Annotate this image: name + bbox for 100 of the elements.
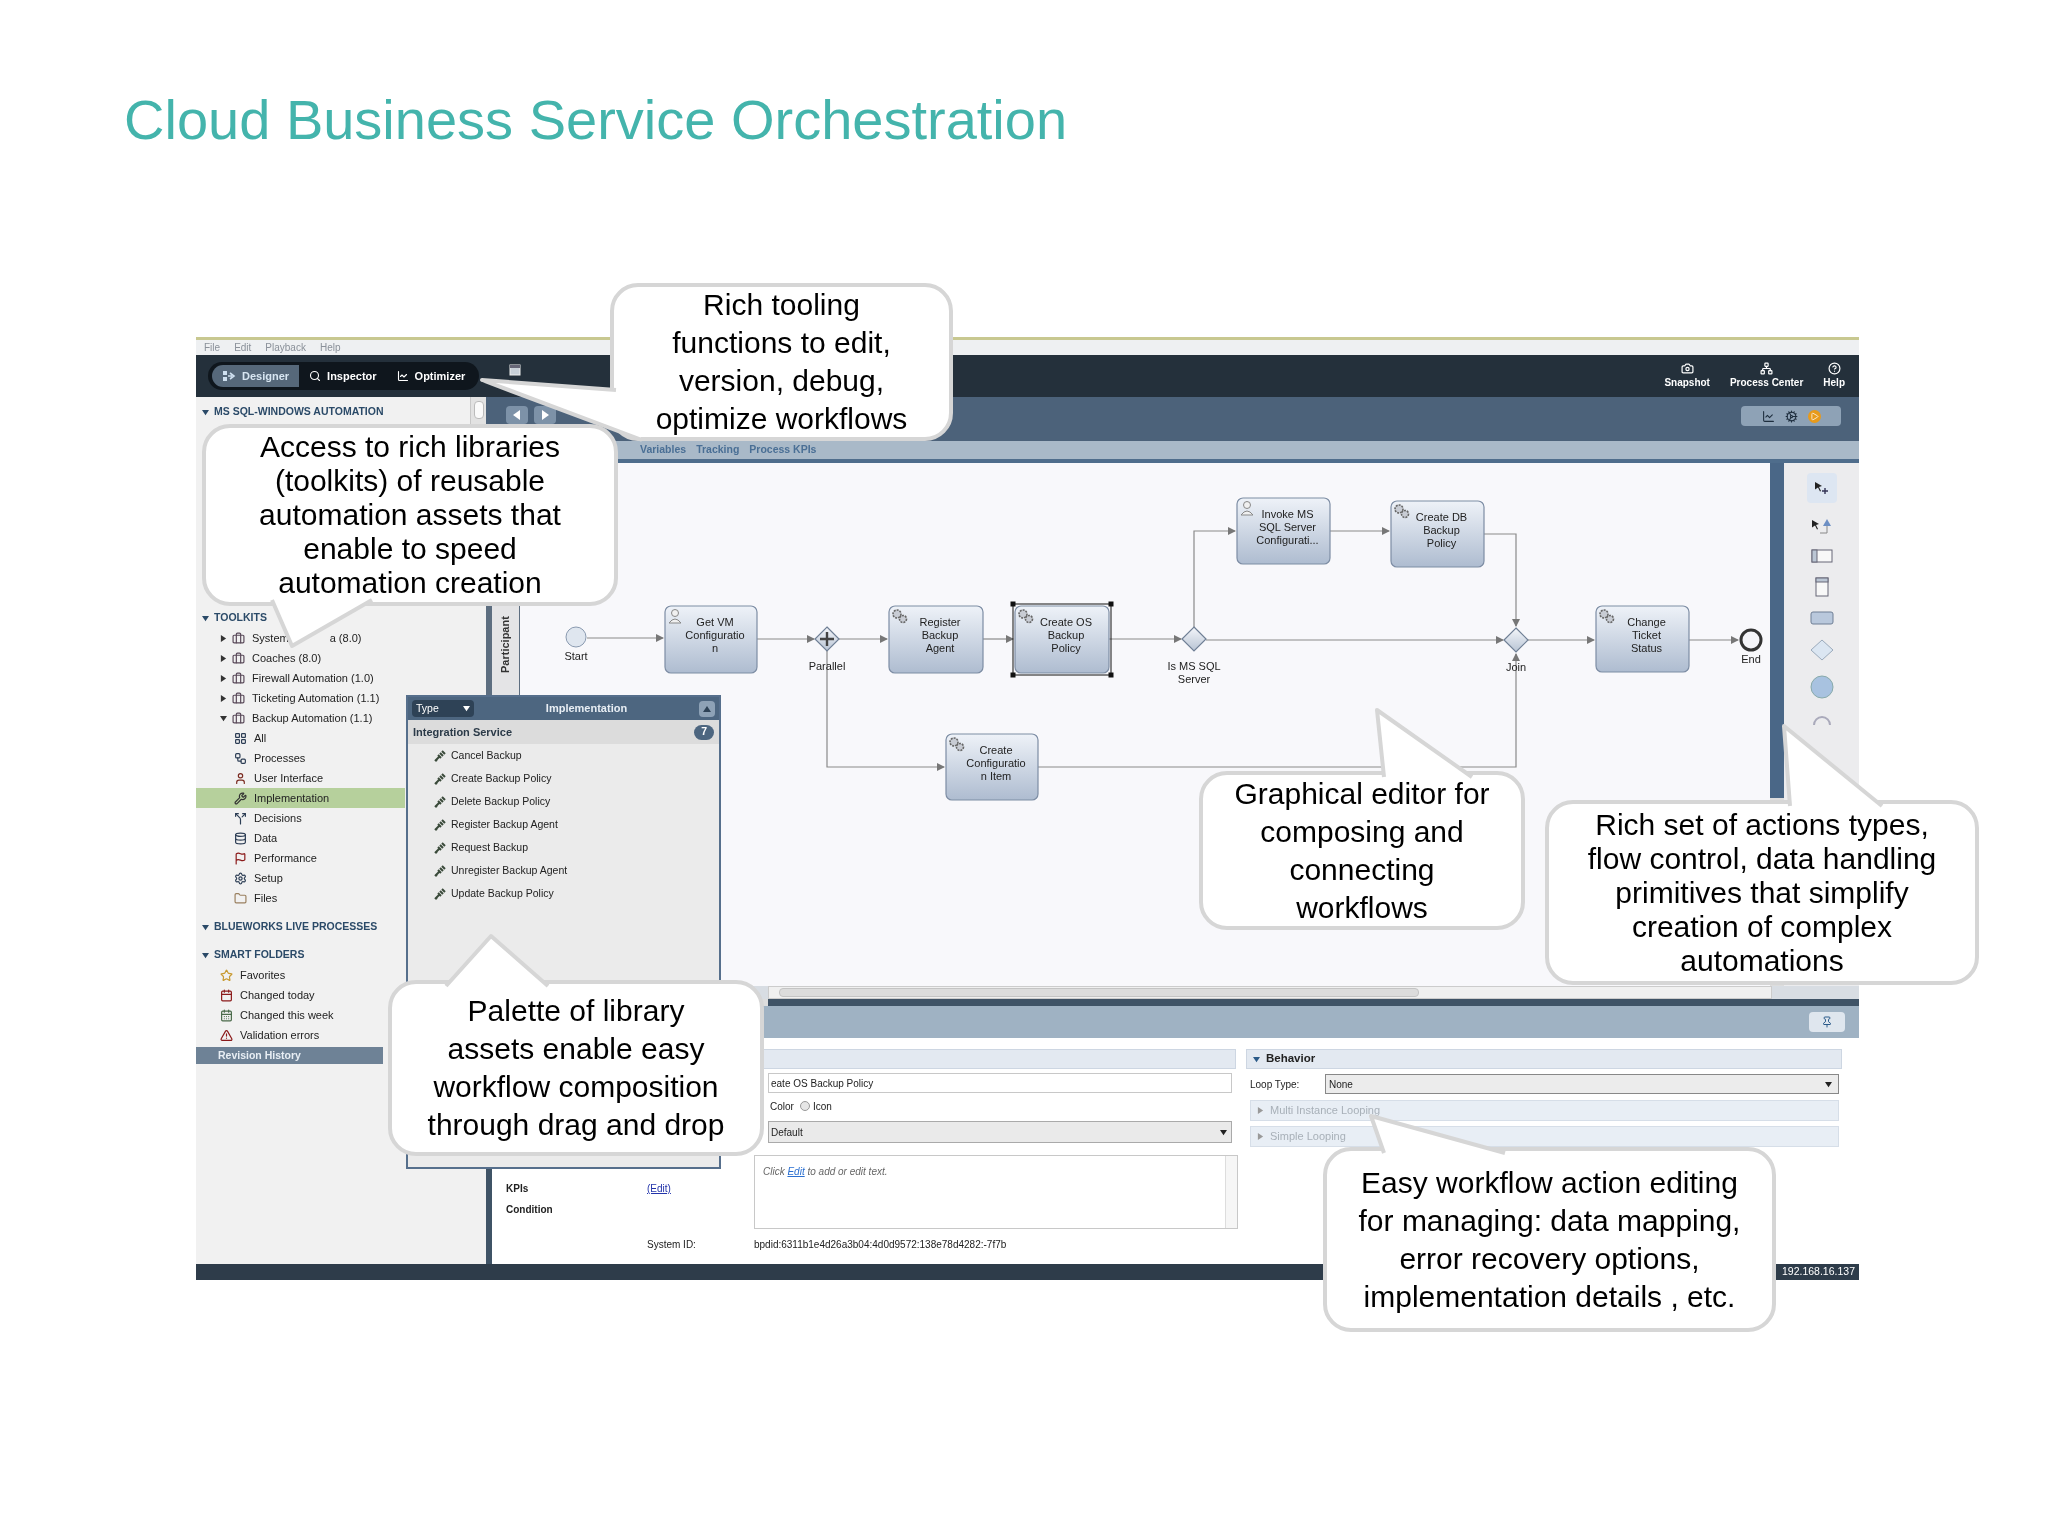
parallel-gateway (814, 626, 840, 652)
gateway-label: Is MS SQL Server (1167, 660, 1221, 685)
column-icon[interactable] (1814, 577, 1829, 597)
user-icon (234, 771, 247, 785)
play-icon[interactable] (1807, 409, 1821, 423)
connector-line (1688, 636, 1739, 644)
back-button[interactable] (506, 406, 528, 424)
tree-item[interactable]: Backup Automation (1.1) (196, 708, 405, 728)
caret-icon (220, 634, 227, 642)
callout-text: Rich tooling functions to edit, version, debug, optimize workflows (655, 287, 908, 437)
tree-item[interactable]: Changed this week (196, 1005, 382, 1025)
camera-icon (1680, 362, 1694, 375)
edit-link[interactable]: (Edit) (647, 1183, 671, 1194)
caret-icon (1220, 1128, 1227, 1136)
count-badge: 7 (694, 724, 714, 740)
tree-item[interactable]: Files (196, 888, 405, 908)
user-icon (1240, 501, 1254, 516)
gateway-label: Join (1505, 661, 1527, 673)
tree-item[interactable]: Setup (196, 868, 405, 888)
forward-button[interactable] (534, 406, 556, 424)
settings-icon (234, 871, 247, 885)
tree-item[interactable]: Processes (196, 748, 405, 768)
tree-item[interactable]: Favorites (196, 965, 382, 985)
style-dropdown[interactable]: Default (768, 1121, 1232, 1143)
plug-icon (434, 864, 446, 877)
documentation-box[interactable]: Click Edit to add or edit text. (754, 1155, 1238, 1229)
diamond-icon[interactable] (1809, 639, 1834, 661)
circle-icon[interactable] (1809, 675, 1834, 699)
gear-icon (892, 609, 908, 624)
caret-icon (1257, 1133, 1264, 1140)
gateway-diamond (1503, 627, 1529, 653)
gear-icon (949, 737, 965, 752)
toolbar-button[interactable]: Snapshot (1664, 362, 1710, 390)
end-event (1739, 628, 1763, 652)
tree-item[interactable]: Implementation (196, 788, 405, 808)
system-id-value: bpdid:6311b1e4d26a3b04:4d0d9572:138e78d4282:-7f7b (754, 1237, 1007, 1252)
connector-tool-icon[interactable] (1810, 517, 1833, 535)
wrench-icon (234, 791, 247, 805)
section-header[interactable]: SMART FOLDERS (196, 945, 309, 965)
tree-item[interactable]: User Interface (196, 768, 405, 788)
pointer-tool[interactable] (1806, 473, 1837, 503)
mode-tab[interactable]: Designer (212, 365, 300, 387)
help-icon (1827, 362, 1841, 375)
task-tool-icon[interactable] (1809, 611, 1834, 625)
section-header[interactable]: BLUEWORKS LIVE PROCESSES (196, 917, 382, 937)
tree-item[interactable]: System a (8.0) (196, 628, 405, 648)
mode-tab[interactable]: Inspector (299, 365, 387, 387)
scrollbar[interactable] (470, 397, 486, 425)
scrollbar[interactable] (768, 986, 1772, 999)
edit-link[interactable]: Edit (787, 1166, 805, 1177)
connector-line (1527, 636, 1595, 644)
tree-item[interactable]: Performance (196, 848, 405, 868)
loop-type-select[interactable]: None (1325, 1074, 1839, 1094)
loop-type-label: Loop Type: (1249, 1077, 1301, 1092)
icon-radio[interactable]: Icon (799, 1098, 832, 1114)
gateway-label: Parallel (808, 660, 846, 672)
tree-item[interactable]: Coaches (8.0) (196, 648, 405, 668)
tree-item[interactable]: Data (196, 828, 405, 848)
connector-line (756, 635, 815, 643)
type-filter[interactable]: Type (412, 700, 474, 717)
tree-item[interactable]: Decisions (196, 808, 405, 828)
collapse-button[interactable] (699, 700, 715, 717)
gear-icon (1018, 609, 1034, 624)
connector-line (838, 635, 888, 643)
callout-text: Easy workflow action editing for managing: data mapping, error recovery options, implementation details , etc. (1358, 1164, 1741, 1315)
connector-line (1329, 527, 1390, 535)
caret-icon (220, 654, 227, 662)
chart-icon[interactable] (1761, 409, 1775, 423)
tree-item[interactable]: Changed today (196, 985, 382, 1005)
caret-icon (220, 694, 227, 702)
calendar-icon (220, 988, 233, 1002)
property-label: Condition (506, 1203, 554, 1217)
tree-item[interactable]: Firewall Automation (1.0) (196, 668, 405, 688)
tree-item[interactable]: All (196, 728, 405, 748)
section-header[interactable]: MS SQL-WINDOWS AUTOMATION (196, 402, 388, 422)
settings-icon[interactable] (1784, 409, 1798, 423)
window-icon[interactable] (509, 364, 522, 376)
scrollbar[interactable] (1225, 1156, 1237, 1228)
tree-item[interactable]: Ticketing Automation (1.1) (196, 688, 405, 708)
briefcase-icon (232, 651, 245, 665)
section-header[interactable]: TOOLKITS (196, 608, 271, 628)
caret-icon (220, 674, 227, 682)
name-field[interactable]: eate OS Backup Policy (768, 1073, 1232, 1093)
mode-tab[interactable]: Optimizer (386, 365, 476, 387)
branch-icon (234, 811, 247, 825)
toolbar-button[interactable]: Help (1823, 362, 1845, 390)
color-label: Color (770, 1099, 794, 1114)
lane-icon[interactable] (1810, 549, 1833, 563)
caret-icon (1825, 1080, 1832, 1088)
toolbar-button[interactable]: Process Center (1729, 362, 1804, 390)
event-label: End (1741, 653, 1761, 665)
task-label: Create Configuratio n Item (966, 744, 1026, 782)
pin-button[interactable] (1809, 1012, 1845, 1032)
tree-item[interactable]: Validation errors (196, 1025, 382, 1045)
chart-icon (396, 370, 409, 382)
behavior-header[interactable]: Behavior (1246, 1049, 1842, 1069)
task-label: Register Backup Agent (919, 616, 961, 654)
plug-icon (434, 772, 446, 785)
right-arrow-icon (541, 410, 549, 420)
ring-icon[interactable] (1811, 713, 1832, 725)
